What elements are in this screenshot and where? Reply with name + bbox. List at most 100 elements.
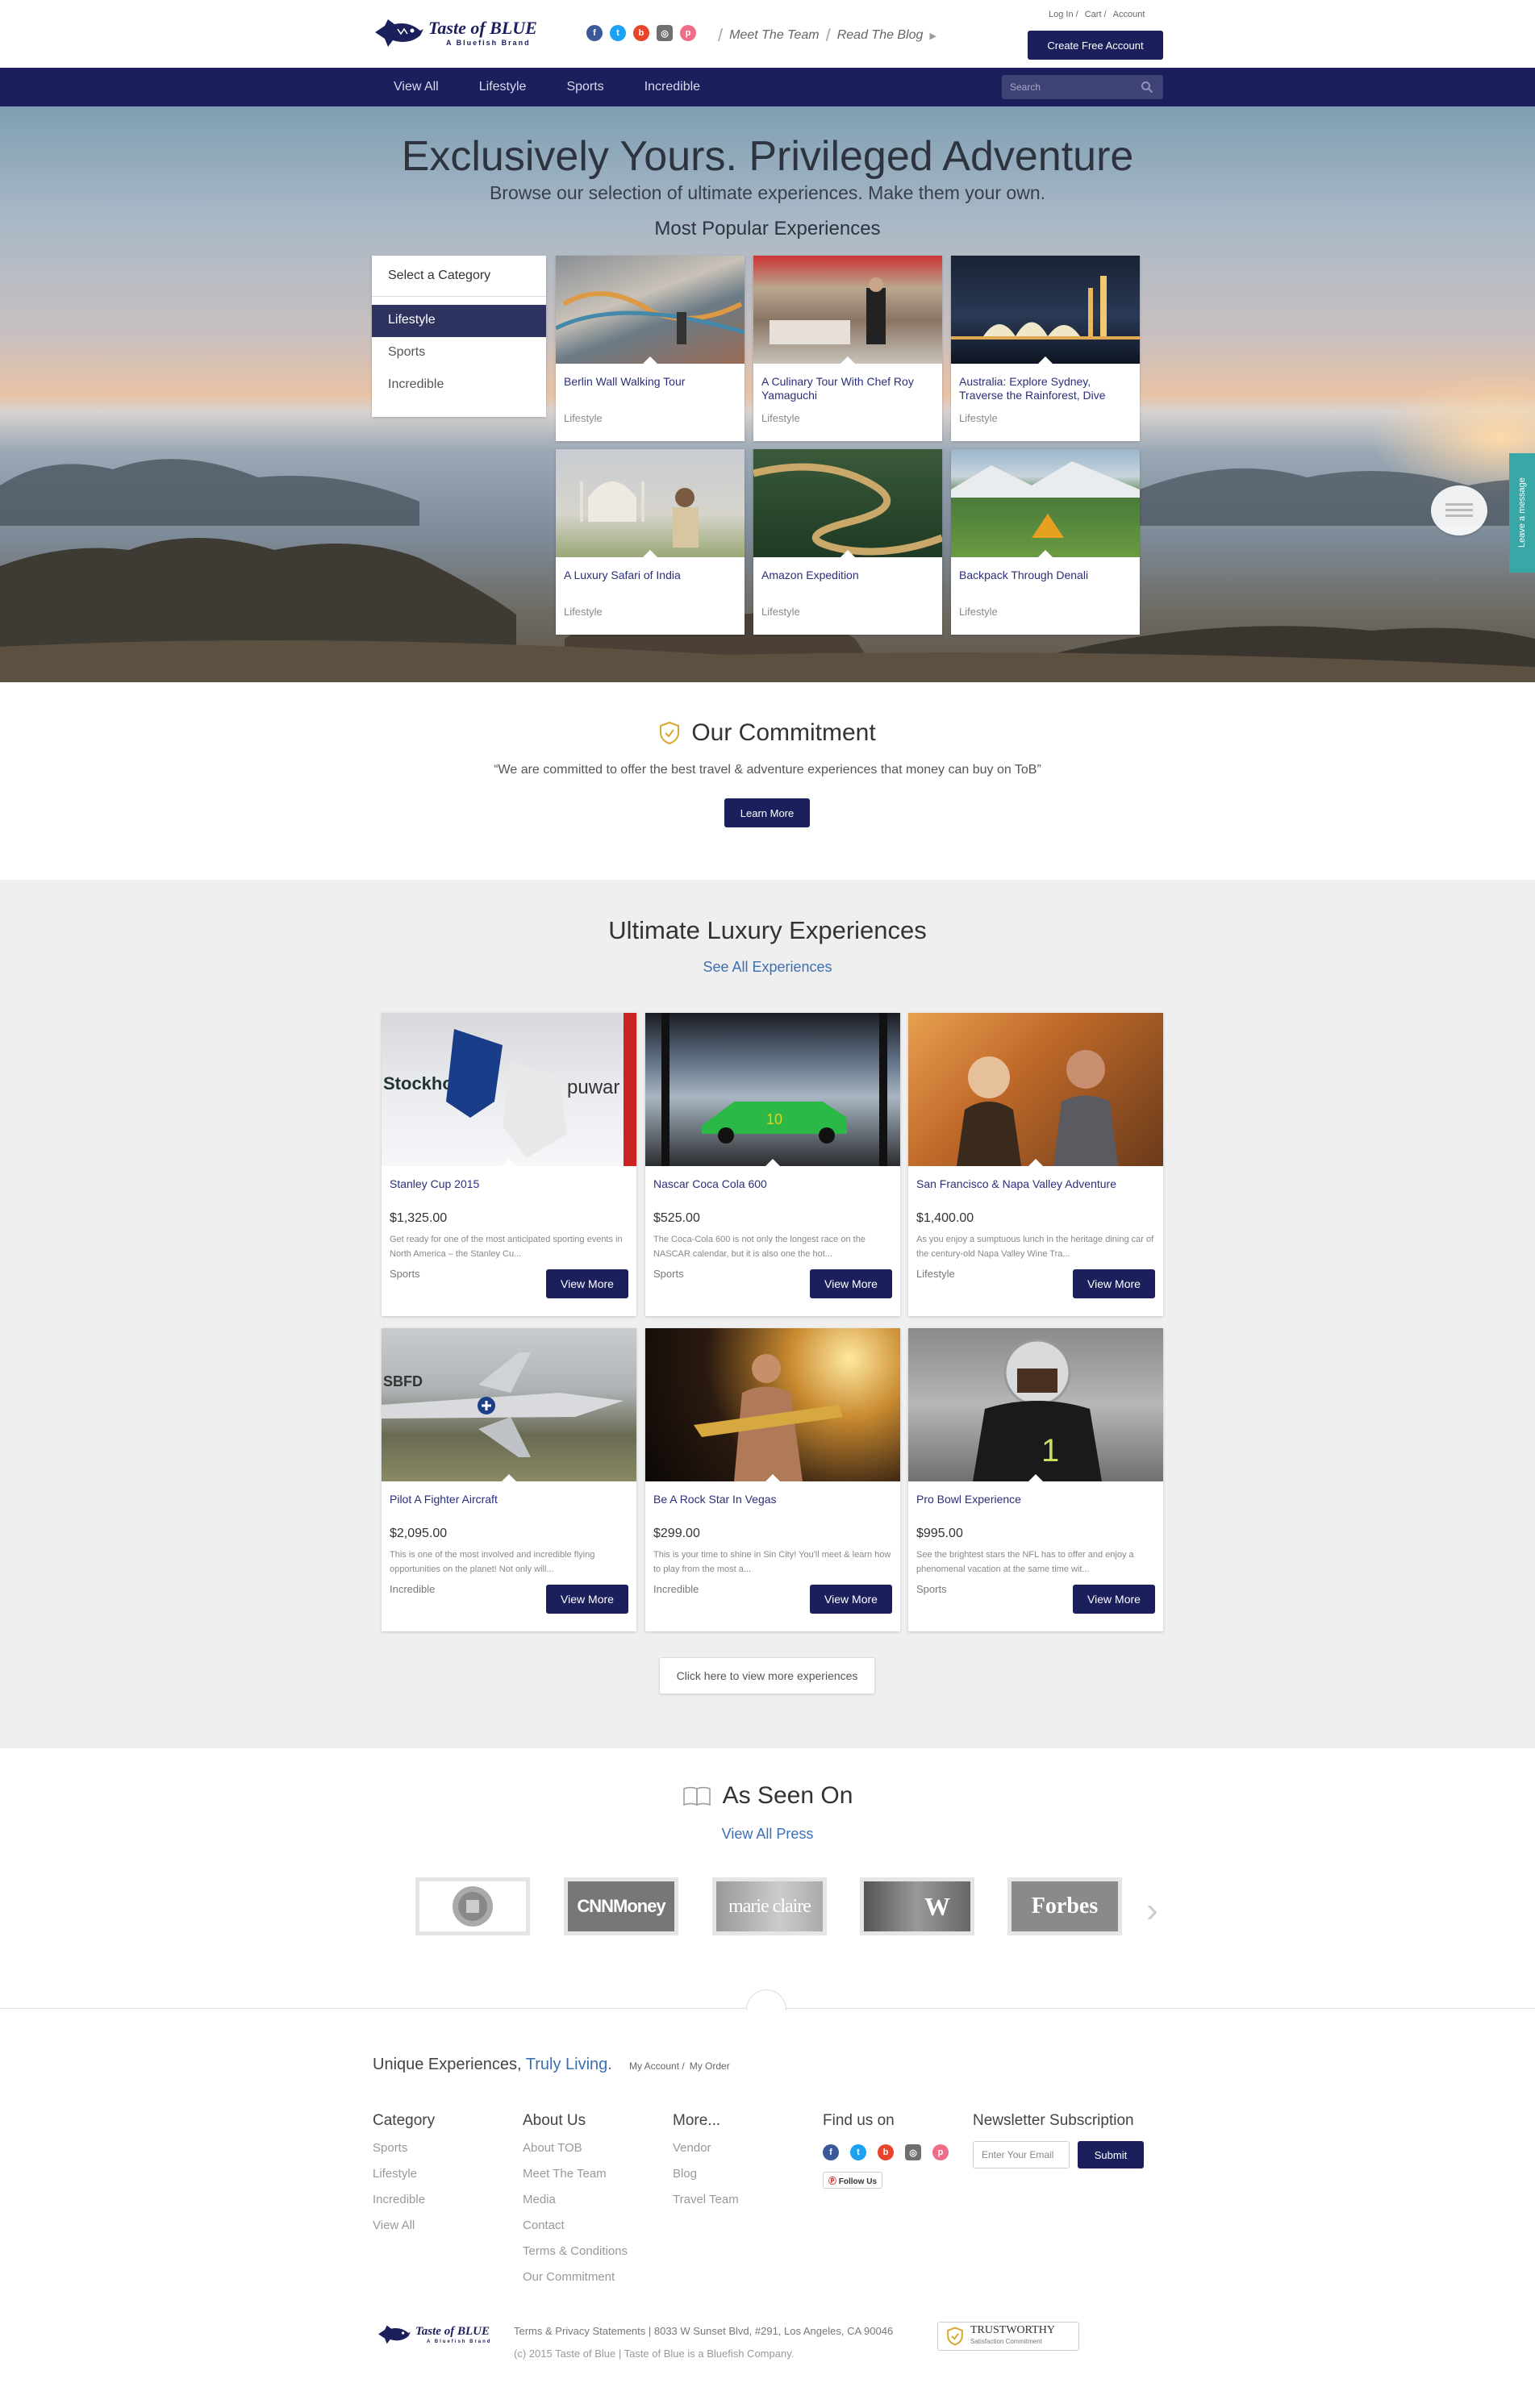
see-all-experiences-link[interactable]: See All Experiences	[0, 959, 1535, 976]
read-blog-link[interactable]: Read The Blog	[837, 28, 924, 43]
newsletter-submit-button[interactable]: Submit	[1078, 2141, 1144, 2168]
twitter-icon[interactable]: t	[850, 2144, 866, 2160]
category-item-lifestyle[interactable]: Lifestyle	[372, 305, 546, 337]
trustworthy-badge[interactable]: TRUSTWORTHY Satisfaction Commitment	[937, 2322, 1079, 2351]
account-links: Log In / Cart / Account	[1049, 10, 1145, 19]
leave-message-tab[interactable]: Leave a message	[1509, 453, 1535, 573]
footer-link[interactable]: Blog	[673, 2167, 739, 2181]
scroll-top-tab[interactable]	[746, 1989, 786, 2010]
instagram-icon[interactable]: ◎	[657, 25, 673, 41]
learn-more-button[interactable]: Learn More	[724, 798, 810, 827]
experience-description: This is one of the most involved and inc…	[390, 1550, 595, 1574]
experience-title[interactable]: Berlin Wall Walking Tour	[556, 364, 745, 407]
footer-link[interactable]: Media	[523, 2193, 628, 2206]
view-more-button[interactable]: View More	[810, 1269, 892, 1298]
experience-title[interactable]: Be A Rock Star In Vegas	[653, 1493, 777, 1506]
footer-link[interactable]: About TOB	[523, 2141, 628, 2155]
press-logo-seal[interactable]	[415, 1877, 530, 1935]
press-logo-cnnmoney[interactable]: CNNMoney	[564, 1877, 678, 1935]
nav-item-lifestyle[interactable]: Lifestyle	[479, 80, 527, 94]
experience-title[interactable]: Pilot A Fighter Aircraft	[390, 1493, 498, 1506]
category-item-sports[interactable]: Sports	[372, 337, 546, 369]
footer-link[interactable]: Vendor	[673, 2141, 739, 2155]
experience-description: This is your time to shine in Sin City! …	[653, 1550, 891, 1574]
experience-title[interactable]: Pro Bowl Experience	[916, 1493, 1021, 1506]
legal-text[interactable]: Terms & Privacy Statements | 8033 W Suns…	[514, 2325, 893, 2337]
popular-card[interactable]: Berlin Wall Walking Tour Lifestyle	[556, 256, 745, 441]
facebook-icon[interactable]: f	[823, 2144, 839, 2160]
meet-team-link[interactable]: Meet The Team	[729, 28, 819, 43]
pinterest-icon[interactable]: p	[932, 2144, 949, 2160]
press-logo-w[interactable]: W	[860, 1877, 974, 1935]
experience-image[interactable]	[645, 1328, 900, 1481]
popular-card[interactable]: Australia: Explore Sydney, Traverse the …	[951, 256, 1140, 441]
view-more-button[interactable]: View More	[546, 1585, 628, 1614]
instagram-icon[interactable]: ◎	[905, 2144, 921, 2160]
header-social-links: f t b ◎ p	[586, 25, 696, 41]
pinterest-icon[interactable]: p	[680, 25, 696, 41]
experience-title[interactable]: Australia: Explore Sydney, Traverse the …	[951, 364, 1140, 407]
footer-link[interactable]: Meet The Team	[523, 2167, 628, 2181]
experience-image	[556, 449, 745, 557]
experience-title[interactable]: A Culinary Tour With Chef Roy Yamaguchi	[753, 364, 942, 407]
nav-item-view-all[interactable]: View All	[394, 80, 439, 94]
footer-logo[interactable]: Taste of BLUE A Bluefish Brand	[377, 2323, 491, 2346]
view-more-experiences-button[interactable]: Click here to view more experiences	[659, 1657, 875, 1694]
footer-link[interactable]: Our Commitment	[523, 2270, 628, 2284]
facebook-icon[interactable]: f	[586, 25, 603, 41]
view-more-button[interactable]: View More	[1073, 1269, 1155, 1298]
blogger-icon[interactable]: b	[878, 2144, 894, 2160]
press-logo-forbes[interactable]: Forbes	[1007, 1877, 1122, 1935]
experience-title[interactable]: A Luxury Safari of India	[556, 557, 745, 601]
popular-card[interactable]: Backpack Through Denali Lifestyle	[951, 449, 1140, 635]
footer-link[interactable]: Contact	[523, 2218, 628, 2232]
nav-item-sports[interactable]: Sports	[566, 80, 603, 94]
footer-link[interactable]: View All	[373, 2218, 435, 2232]
cart-link[interactable]: Cart /	[1085, 10, 1107, 19]
experience-category: Lifestyle	[959, 606, 998, 618]
login-link[interactable]: Log In /	[1049, 10, 1078, 19]
view-more-button[interactable]: View More	[1073, 1585, 1155, 1614]
footer-link[interactable]: Terms & Conditions	[523, 2244, 628, 2258]
press-logo-marie-claire[interactable]: marie claire	[712, 1877, 827, 1935]
nav-item-incredible[interactable]: Incredible	[644, 80, 700, 94]
experience-category: Lifestyle	[761, 412, 800, 424]
experience-image[interactable]: SBFD	[382, 1328, 636, 1481]
blogger-icon[interactable]: b	[633, 25, 649, 41]
popular-card[interactable]: A Culinary Tour With Chef Roy Yamaguchi …	[753, 256, 942, 441]
footer-link[interactable]: Travel Team	[673, 2193, 739, 2206]
pinterest-follow-button[interactable]: Ⓟ Follow Us	[823, 2172, 883, 2189]
my-order-link[interactable]: My Order	[690, 2060, 730, 2072]
footer-link[interactable]: Sports	[373, 2141, 435, 2155]
view-more-button[interactable]: View More	[810, 1585, 892, 1614]
experience-image[interactable]: 10	[645, 1013, 900, 1166]
experience-image[interactable]	[908, 1013, 1163, 1166]
search-input[interactable]	[1010, 81, 1139, 93]
footer-link[interactable]: Lifestyle	[373, 2167, 435, 2181]
experience-image[interactable]: Stockho puwar	[382, 1013, 636, 1166]
newsletter-email-input[interactable]: Enter Your Email	[973, 2141, 1070, 2168]
experience-image[interactable]: 1	[908, 1328, 1163, 1481]
footer-link[interactable]: Incredible	[373, 2193, 435, 2206]
view-more-button[interactable]: View More	[546, 1269, 628, 1298]
experience-title[interactable]: Backpack Through Denali	[951, 557, 1140, 601]
create-account-button[interactable]: Create Free Account	[1028, 31, 1163, 60]
experience-card: 10 Nascar Coca Cola 600 $525.00 The Coca…	[645, 1013, 900, 1316]
category-item-incredible[interactable]: Incredible	[372, 369, 546, 402]
experience-title[interactable]: Nascar Coca Cola 600	[653, 1177, 767, 1190]
header-links: / Meet The Team / Read The Blog ▶	[718, 25, 936, 45]
experience-title[interactable]: San Francisco & Napa Valley Adventure	[916, 1177, 1116, 1190]
experience-title[interactable]: Stanley Cup 2015	[390, 1177, 479, 1190]
popular-card[interactable]: A Luxury Safari of India Lifestyle	[556, 449, 745, 635]
shield-icon	[947, 2327, 963, 2346]
experience-title[interactable]: Amazon Expedition	[753, 557, 942, 601]
brand-logo[interactable]: Taste of BLUE A Bluefish Brand	[373, 15, 574, 52]
chevron-right-icon[interactable]: ›	[1146, 1890, 1158, 1931]
chat-bubble-icon[interactable]	[1431, 485, 1487, 535]
my-account-link[interactable]: My Account /	[629, 2060, 685, 2072]
popular-card[interactable]: Amazon Expedition Lifestyle	[753, 449, 942, 635]
search-icon[interactable]	[1141, 81, 1153, 94]
account-link[interactable]: Account	[1113, 10, 1145, 19]
twitter-icon[interactable]: t	[610, 25, 626, 41]
view-all-press-link[interactable]: View All Press	[0, 1826, 1535, 1843]
